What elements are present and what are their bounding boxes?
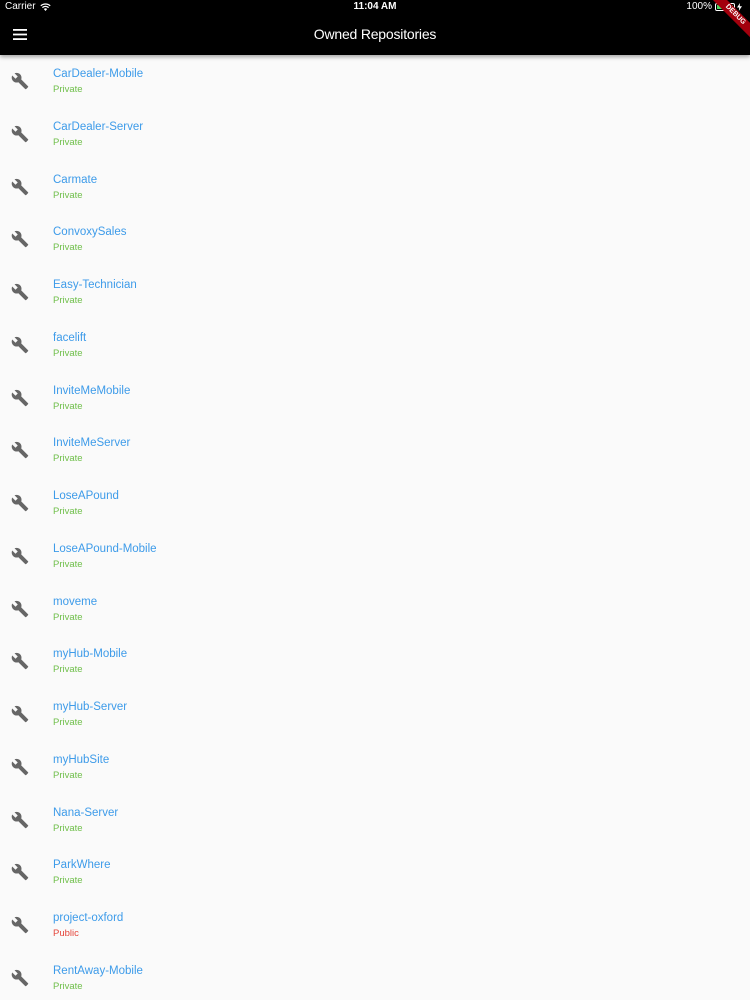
visibility-label: Private [53, 453, 83, 465]
list-item[interactable]: CarDealer-Server Private [0, 108, 750, 161]
list-item[interactable]: myHub-Server Private [0, 688, 750, 741]
status-bar: Carrier 11:04 AM 100% [0, 0, 750, 14]
wrench-icon-graphic [11, 389, 29, 406]
visibility-label: Private [53, 189, 83, 201]
repository-name[interactable]: InviteMeMobile [53, 385, 130, 397]
list-item[interactable]: Carmate Private [0, 161, 750, 214]
visibility-label: Public [53, 928, 79, 939]
wrench-icon [11, 72, 29, 90]
repository-name[interactable]: CarDealer-Mobile [53, 68, 143, 80]
list-item[interactable]: facelift Private [0, 319, 750, 372]
repository-name[interactable]: ParkWhere [53, 859, 111, 871]
wrench-icon-graphic [11, 653, 29, 670]
repository-name[interactable]: moveme [53, 596, 97, 608]
wrench-icon-graphic [11, 336, 29, 353]
list-item[interactable]: ParkWhere Private [0, 846, 750, 899]
repository-name[interactable]: ConvoxySales [53, 226, 127, 238]
repository-list: CarDealer-Mobile Private CarDealer-Server P… [0, 55, 750, 1000]
list-item[interactable]: ConvoxySales Private [0, 213, 750, 266]
visibility-label: Private [53, 136, 83, 148]
list-item[interactable]: Nana-Server Private [0, 794, 750, 847]
list-item[interactable]: InviteMeServer Private [0, 424, 750, 477]
wrench-icon [11, 547, 29, 565]
wrench-icon-graphic [11, 178, 29, 195]
wrench-icon-graphic [11, 72, 29, 90]
repository-name[interactable]: LoseAPound-Mobile [53, 543, 157, 555]
wrench-icon [11, 969, 29, 987]
wrench-icon-graphic [11, 283, 29, 301]
list-item[interactable]: CarDealer-Mobile Private [0, 55, 750, 108]
list-item[interactable]: myHubSite Private [0, 741, 750, 794]
repository-name[interactable]: Easy-Technician [53, 279, 137, 291]
visibility-label: Private [53, 400, 83, 412]
visibility-label: Private [53, 875, 83, 887]
wrench-icon [11, 705, 29, 723]
visibility-label: Private [53, 506, 83, 517]
wrench-icon-graphic [11, 442, 29, 459]
wrench-icon [11, 758, 29, 776]
page-title: Owned Repositories [313, 26, 437, 42]
visibility-label: Private [53, 980, 83, 992]
list-item[interactable]: RentAway-Mobile Private [0, 952, 750, 1000]
visibility-label: Private [53, 295, 83, 306]
list-item[interactable]: project-oxford Public [0, 899, 750, 952]
wrench-icon-graphic [11, 916, 29, 934]
list-item[interactable]: Easy-Technician Private [0, 266, 750, 319]
wrench-icon [11, 125, 29, 143]
repository-name[interactable]: myHubSite [53, 754, 109, 766]
wrench-icon [11, 863, 29, 881]
debug-ribbon-label: DEBUG [710, 0, 750, 40]
wrench-icon [11, 916, 29, 934]
repository-name[interactable]: LoseAPound [53, 490, 119, 502]
wrench-icon-graphic [11, 494, 29, 512]
repository-name[interactable]: facelift [53, 332, 86, 344]
repository-name[interactable]: Nana-Server [53, 807, 118, 819]
list-item[interactable]: InviteMeMobile Private [0, 372, 750, 425]
wrench-icon-graphic [11, 758, 29, 775]
repository-name[interactable]: myHub-Server [53, 701, 127, 713]
visibility-label: Private [53, 611, 83, 623]
wrench-icon [11, 600, 29, 618]
visibility-label: Private [53, 558, 83, 570]
visibility-label: Private [53, 242, 83, 254]
wrench-icon-graphic [11, 231, 29, 248]
wrench-icon-graphic [11, 547, 29, 564]
wrench-icon-graphic [11, 125, 29, 142]
wrench-icon [11, 652, 29, 670]
wrench-icon [11, 178, 29, 196]
repository-name[interactable]: RentAway-Mobile [53, 965, 143, 977]
battery-percent: 100% [686, 1, 712, 12]
list-item[interactable]: myHub-Mobile Private [0, 635, 750, 688]
repository-name[interactable]: project-oxford [53, 912, 123, 924]
list-item[interactable]: moveme Private [0, 583, 750, 636]
visibility-label: Private [53, 84, 83, 95]
wrench-icon [11, 494, 29, 512]
wrench-icon-graphic [11, 600, 29, 617]
wrench-icon [11, 336, 29, 354]
wrench-icon-graphic [11, 705, 29, 723]
list-item[interactable]: LoseAPound Private [0, 477, 750, 530]
wrench-icon [11, 811, 29, 829]
clock: 11:04 AM [353, 1, 397, 12]
wrench-icon-graphic [11, 969, 29, 986]
wrench-icon [11, 441, 29, 459]
visibility-label: Private [53, 347, 83, 359]
wrench-icon [11, 283, 29, 301]
visibility-label: Private [53, 717, 83, 728]
wrench-icon-graphic [11, 811, 29, 828]
wrench-icon [11, 230, 29, 248]
wrench-icon [11, 389, 29, 407]
visibility-label: Private [53, 769, 83, 781]
repository-name[interactable]: Carmate [53, 174, 97, 186]
visibility-label: Private [53, 664, 83, 676]
visibility-label: Private [53, 822, 83, 834]
repository-name[interactable]: CarDealer-Server [53, 121, 143, 133]
repository-name[interactable]: InviteMeServer [53, 437, 130, 449]
app-bar: Owned Repositories [0, 14, 750, 55]
wrench-icon-graphic [11, 864, 29, 881]
debug-banner: DEBUG [710, 0, 750, 40]
list-item[interactable]: LoseAPound-Mobile Private [0, 530, 750, 583]
repository-name[interactable]: myHub-Mobile [53, 648, 127, 660]
